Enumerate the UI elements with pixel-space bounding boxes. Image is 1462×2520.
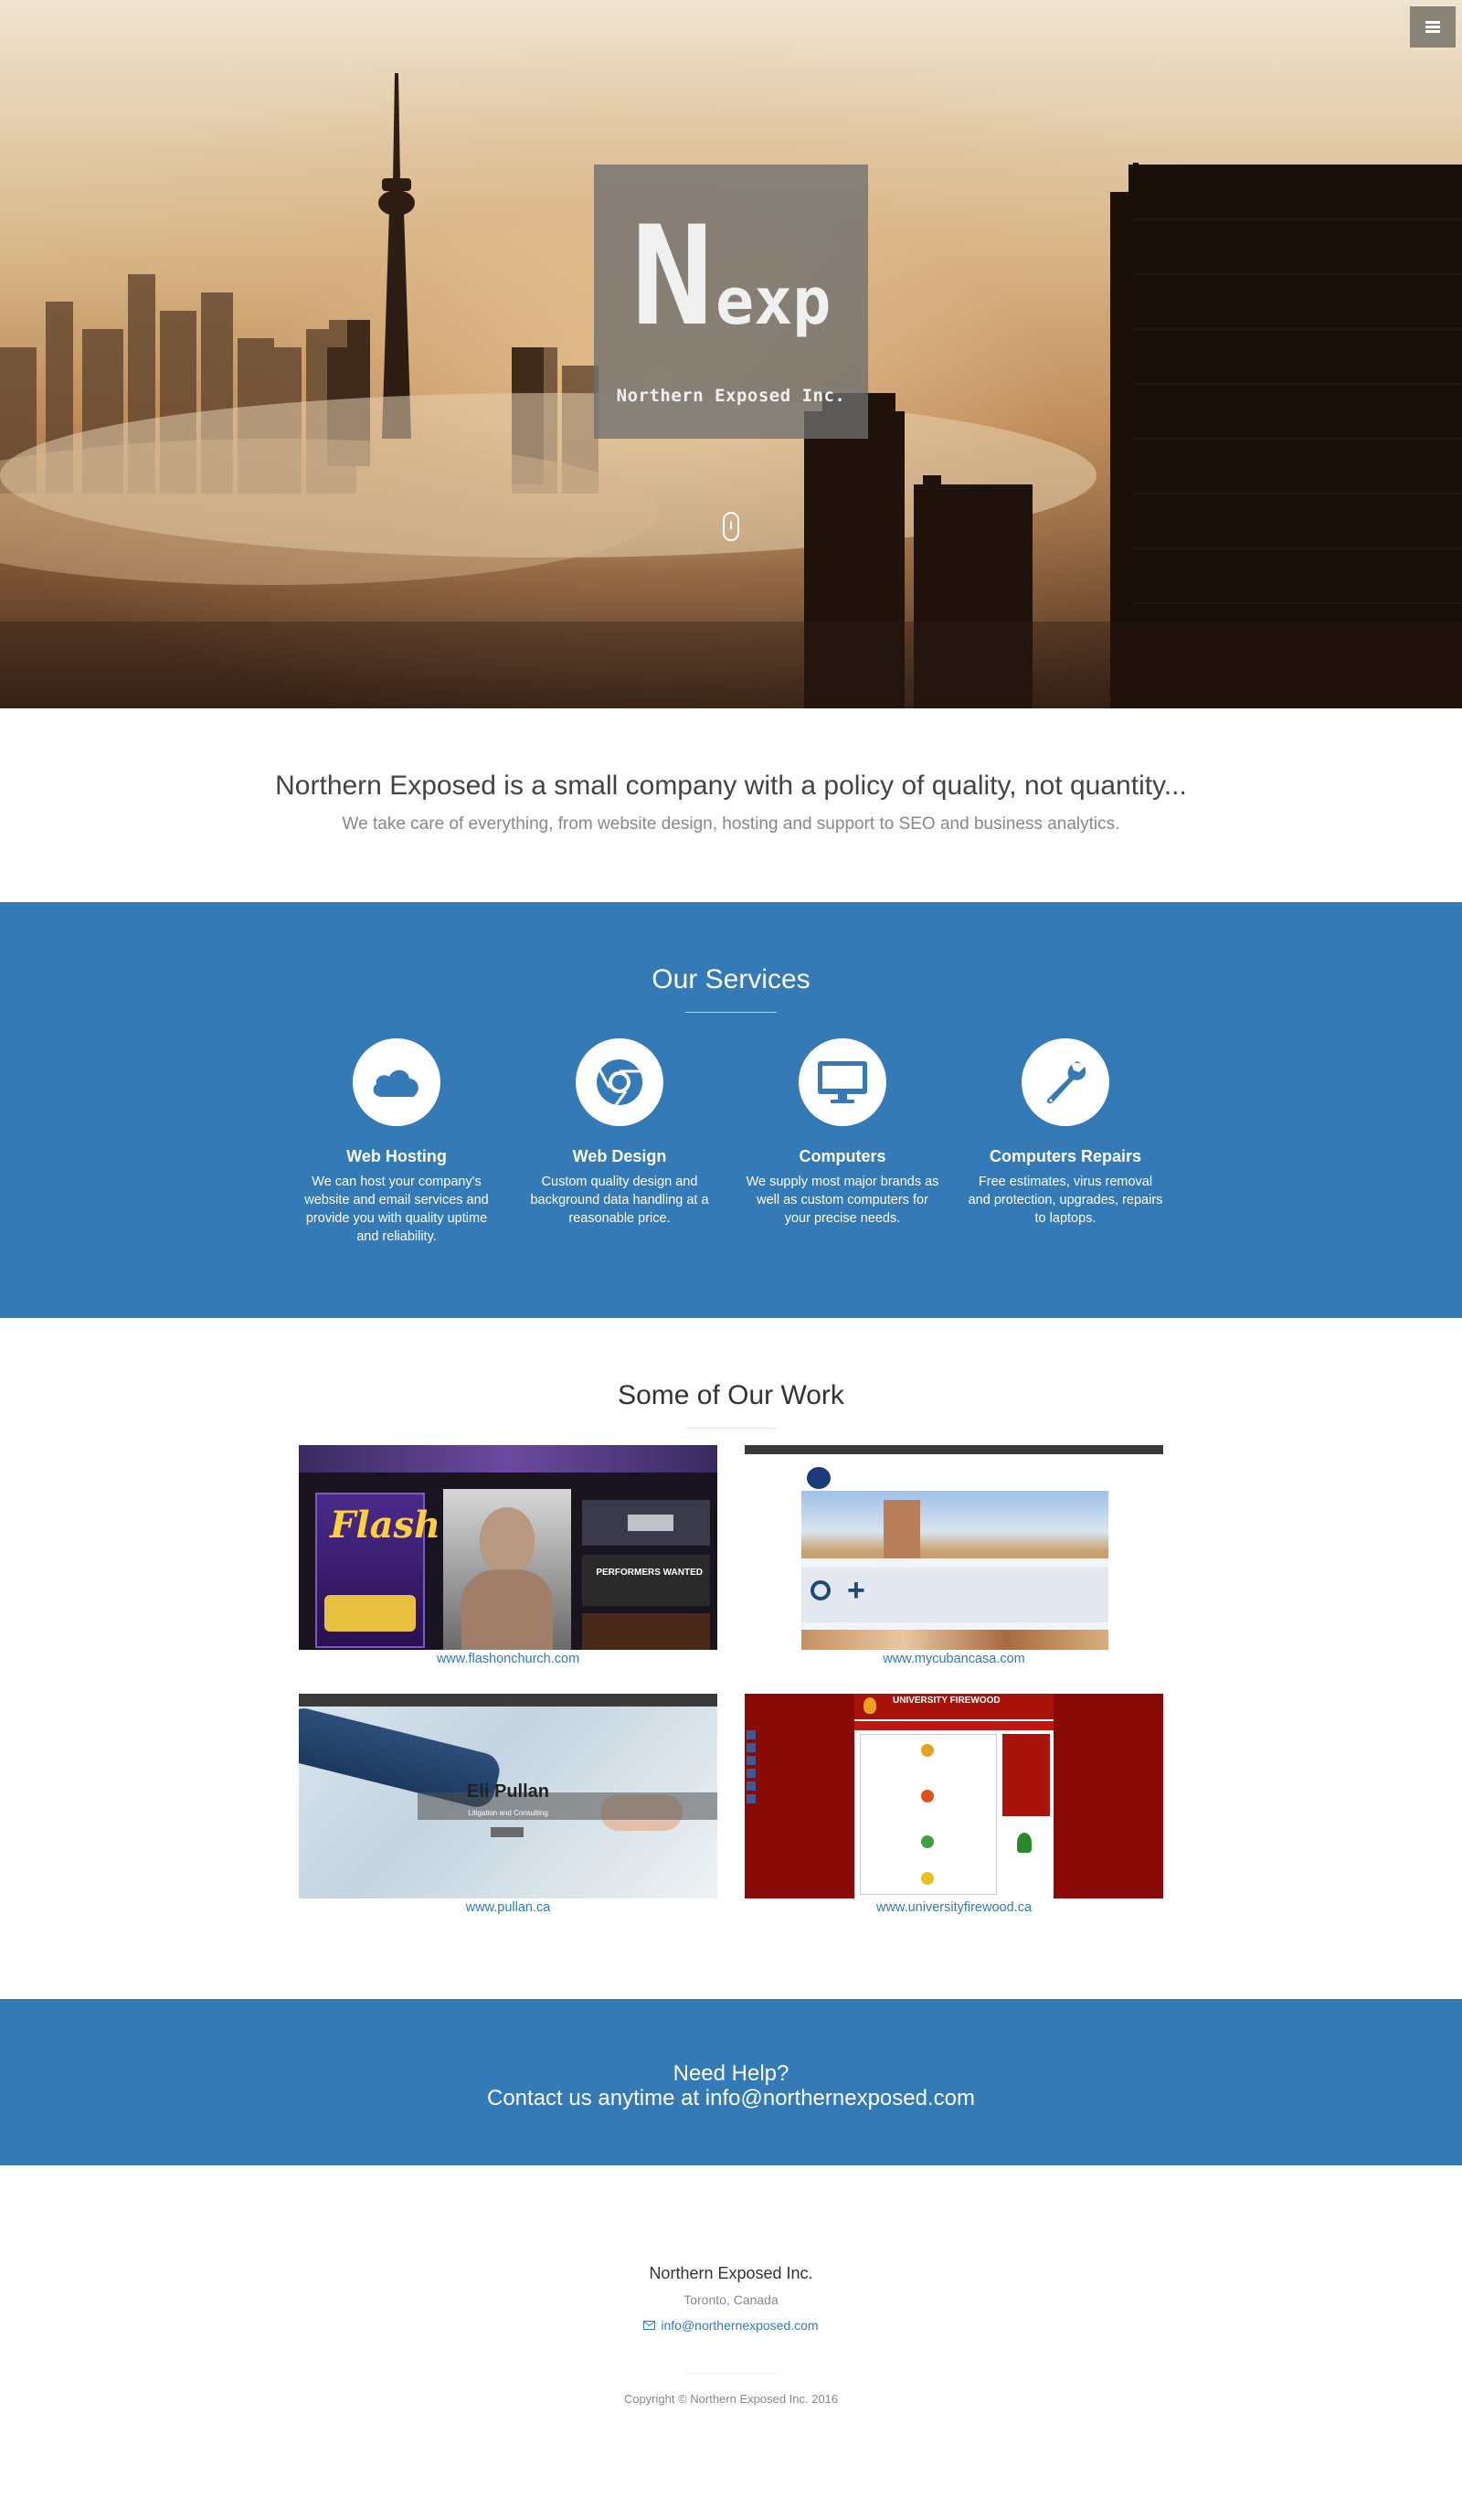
portfolio-grid: Flash PERFORMERS WANTED www.flashonchurc… [299, 1445, 1163, 1915]
services-title: Our Services [652, 964, 810, 994]
logo: Nexp Northern Exposed Inc. [594, 165, 868, 439]
service-web-design: Web Design Custom quality design and bac… [521, 1038, 718, 1246]
portfolio-title: Some of Our Work [618, 1380, 844, 1410]
footer-email-link[interactable]: info@northernexposed.com [661, 2318, 818, 2333]
service-text: Free estimates, virus removal and protec… [968, 1175, 1163, 1226]
portfolio-thumbnail[interactable]: Eli Pullan Litigation and Consulting [299, 1694, 717, 1898]
logo-exp-text: exp [715, 264, 832, 339]
copyright: Copyright © Northern Exposed Inc. 2016 [623, 2392, 839, 2406]
thumbnail-flash-logo: Flash [330, 1504, 441, 1547]
portfolio-item-mycubancasa: + www.mycubancasa.com [745, 1445, 1163, 1666]
intro-section: Northern Exposed is a small company with… [0, 708, 1462, 902]
portfolio-item-universityfirewood: UNIVERSITY FIREWOOD www.universityfirewo… [745, 1694, 1163, 1915]
thumbnail-title: UNIVERSITY FIREWOOD [893, 1696, 1001, 1706]
service-title: Web Hosting [346, 1147, 447, 1165]
search-icon [810, 1580, 831, 1600]
chrome-icon [576, 1038, 663, 1126]
service-title: Computers [799, 1147, 886, 1165]
footer: Northern Exposed Inc. Toronto, Canada in… [0, 2165, 1462, 2504]
contact-banner: Need Help? Contact us anytime at info@no… [0, 1999, 1462, 2165]
service-title: Web Design [572, 1147, 667, 1165]
service-computers: Computers We supply most major brands as… [744, 1038, 941, 1246]
menu-toggle-button[interactable] [1410, 6, 1456, 48]
intro-headline: Northern Exposed is a small company with… [275, 771, 1187, 801]
hamburger-icon [1425, 20, 1440, 34]
portfolio-item-flashonchurch: Flash PERFORMERS WANTED www.flashonchurc… [299, 1445, 717, 1666]
portfolio-item-pullan: Eli Pullan Litigation and Consulting www… [299, 1694, 717, 1915]
help-contact-line: Contact us anytime at info@northernexpos… [487, 2086, 975, 2111]
flame-icon [863, 1697, 876, 1714]
footer-divider [685, 2373, 777, 2374]
hero-section: Nexp Northern Exposed Inc. [0, 0, 1462, 708]
footer-email: info@northernexposed.com [0, 2318, 1462, 2333]
portfolio-thumbnail[interactable]: UNIVERSITY FIREWOOD [745, 1694, 1163, 1898]
service-text: We can host your company's website and e… [304, 1175, 489, 1244]
portfolio-link[interactable]: www.mycubancasa.com [745, 1652, 1163, 1666]
portfolio-link[interactable]: www.flashonchurch.com [299, 1652, 717, 1666]
section-divider [685, 1428, 777, 1429]
services-list: Web Hosting We can host your company's w… [0, 1038, 1462, 1246]
service-title: Computers Repairs [989, 1147, 1142, 1165]
service-text: Custom quality design and background dat… [530, 1175, 709, 1226]
section-divider [685, 1012, 777, 1013]
thumbnail-name: Eli Pullan [466, 1781, 550, 1802]
intro-subline: We take care of everything, from website… [342, 814, 1120, 834]
cloud-icon [353, 1038, 440, 1126]
plus-icon: + [847, 1573, 865, 1608]
mouse-scroll-icon[interactable] [723, 512, 739, 541]
tree-icon [1017, 1833, 1032, 1853]
portfolio-section: Some of Our Work Flash PERFORMERS WANTED… [0, 1318, 1462, 1999]
portfolio-link[interactable]: www.pullan.ca [299, 1900, 717, 1915]
portfolio-thumbnail[interactable]: + [745, 1445, 1163, 1650]
footer-location: Toronto, Canada [683, 2292, 779, 2307]
logo-subtitle: Northern Exposed Inc. [616, 386, 846, 406]
thumbnail-performers-text: PERFORMERS WANTED [596, 1568, 703, 1578]
envelope-icon [643, 2321, 656, 2330]
services-section: Our Services Web Hosting We can host you… [0, 902, 1462, 1318]
thumbnail-tagline: Litigation and Consulting [468, 1809, 548, 1817]
logo-letter-n: N [630, 197, 714, 356]
wrench-icon [1022, 1038, 1109, 1126]
service-text: We supply most major brands as well as c… [746, 1175, 939, 1226]
desktop-icon [799, 1038, 886, 1126]
portfolio-thumbnail[interactable]: Flash PERFORMERS WANTED [299, 1445, 717, 1650]
help-heading: Need Help? [673, 2061, 789, 2086]
portfolio-link[interactable]: www.universityfirewood.ca [745, 1900, 1163, 1915]
footer-company: Northern Exposed Inc. [649, 2264, 813, 2282]
service-web-hosting: Web Hosting We can host your company's w… [298, 1038, 495, 1246]
service-computer-repairs: Computers Repairs Free estimates, virus … [967, 1038, 1164, 1246]
